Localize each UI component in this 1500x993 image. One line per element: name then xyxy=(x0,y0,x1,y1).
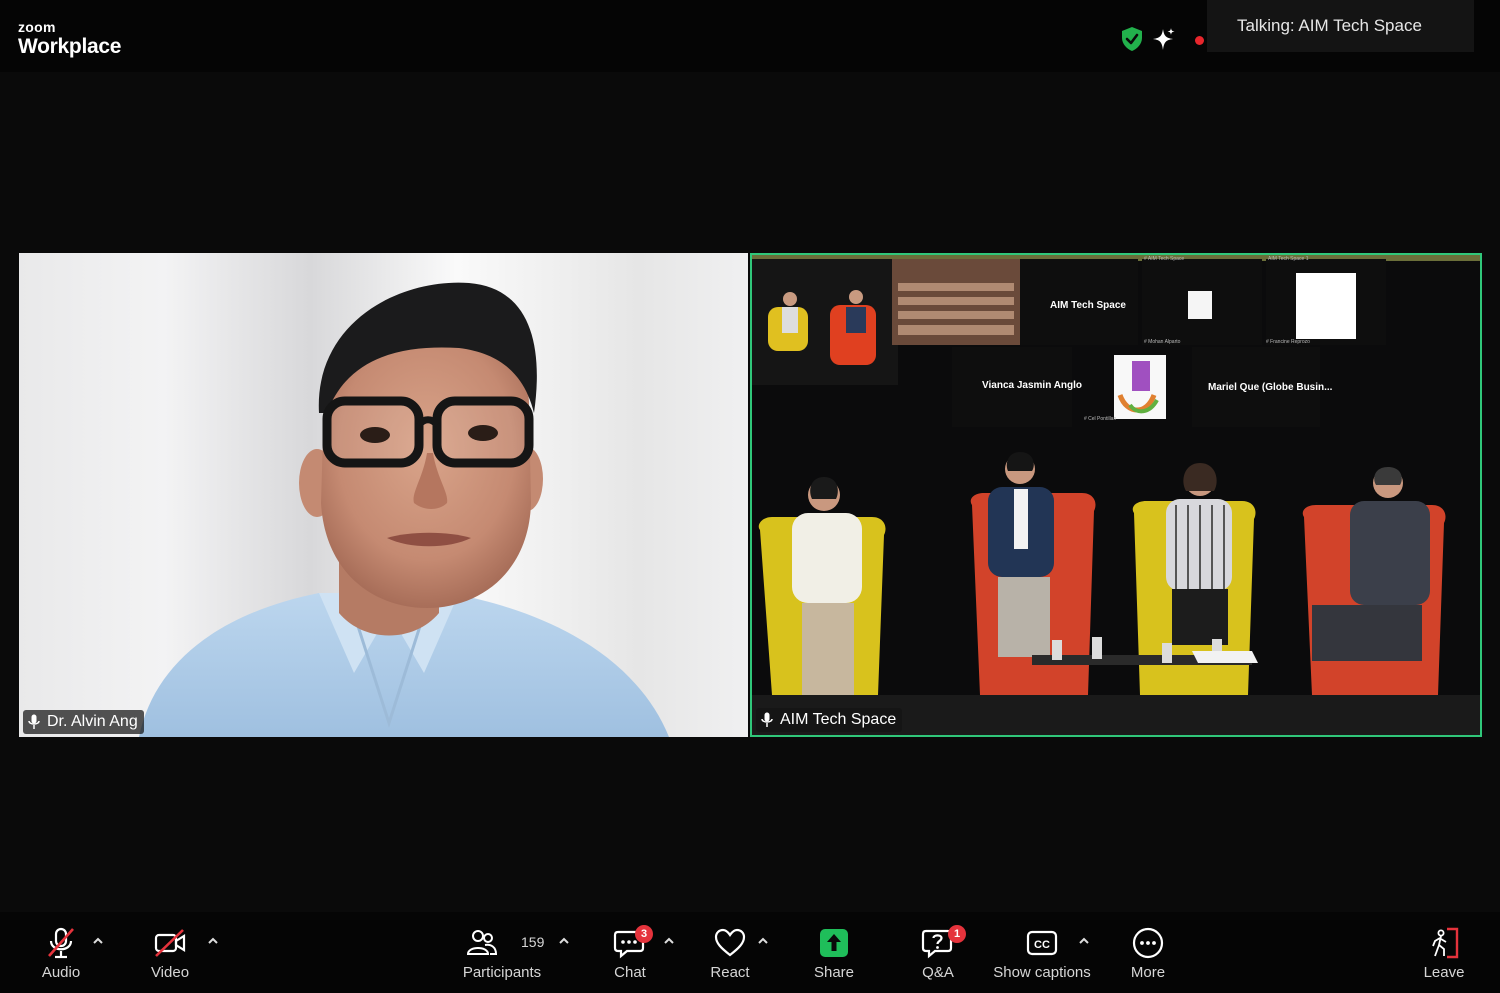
meeting-toolbar: Audio Video Participants 159 Chat 3 Reac… xyxy=(0,912,1500,993)
chat-label: Chat xyxy=(614,964,646,981)
share-label: Share xyxy=(813,964,855,981)
leave-door-icon xyxy=(1432,927,1459,959)
participants-icon xyxy=(466,930,498,955)
more-ellipsis-icon xyxy=(1132,927,1164,959)
chat-unread-badge: 3 xyxy=(635,925,653,943)
leave-button[interactable]: Leave xyxy=(1422,926,1466,986)
closed-captions-icon: CC xyxy=(1026,930,1058,956)
react-button[interactable]: React xyxy=(708,926,752,986)
participant-name-tag: Dr. Alvin Ang xyxy=(23,710,144,734)
audio-button[interactable]: Audio xyxy=(38,926,84,986)
stage-tiny-aim: # AIM Tech Space xyxy=(1144,256,1185,262)
talking-label: Talking: AIM Tech Space xyxy=(1237,16,1422,35)
shared-stage-video xyxy=(752,255,1480,735)
audio-options-chevron-icon[interactable] xyxy=(92,936,104,946)
video-tile-dr-alvin-ang[interactable]: Dr. Alvin Ang xyxy=(19,253,748,737)
ai-companion-icon[interactable] xyxy=(1152,26,1176,52)
video-tile-aim-tech-space[interactable]: AIM Tech Space Vianca Jasmin Anglo Marie… xyxy=(750,253,1482,737)
zoom-logo: zoom Workplace xyxy=(18,20,121,57)
more-label: More xyxy=(1130,964,1166,981)
microphone-icon xyxy=(761,712,773,727)
video-button[interactable]: Video xyxy=(146,926,194,986)
microphone-muted-icon xyxy=(48,927,74,959)
microphone-icon xyxy=(28,714,40,729)
show-captions-button[interactable]: CC Show captions xyxy=(993,926,1091,986)
leave-label: Leave xyxy=(1423,964,1465,981)
participant-video xyxy=(139,282,669,737)
video-label: Video xyxy=(150,964,190,981)
top-bar: zoom Workplace Talking: AIM Tech Space xyxy=(0,0,1500,72)
heart-icon xyxy=(714,928,746,957)
stage-tiny-mohan: # Mohan Alparto xyxy=(1144,339,1181,345)
qa-label: Q&A xyxy=(922,964,954,981)
stage-label-mariel: Mariel Que (Globe Busin... xyxy=(1208,382,1333,393)
talking-indicator: Talking: AIM Tech Space xyxy=(1207,0,1474,52)
qa-unread-badge: 1 xyxy=(948,925,966,943)
audio-label: Audio xyxy=(41,964,81,981)
stage-label-vianca: Vianca Jasmin Anglo xyxy=(982,380,1083,391)
brand-zoom: zoom xyxy=(18,19,56,35)
participants-count: 159 xyxy=(521,934,545,950)
stage-label-aim: AIM Tech Space xyxy=(1050,300,1126,311)
stage-tiny-francine: # Francine Reprozo xyxy=(1266,339,1310,345)
participant-name: Dr. Alvin Ang xyxy=(47,713,138,730)
shield-icon[interactable] xyxy=(1120,26,1144,52)
react-label: React xyxy=(710,964,750,981)
recording-dot-icon xyxy=(1195,36,1204,45)
react-options-chevron-icon[interactable] xyxy=(757,936,769,946)
share-screen-icon xyxy=(820,929,848,957)
stage-tiny-cel: # Cel Pontillan xyxy=(1084,416,1117,422)
participants-options-chevron-icon[interactable] xyxy=(558,936,570,946)
captions-options-chevron-icon[interactable] xyxy=(1078,936,1090,946)
svg-text:CC: CC xyxy=(1034,939,1050,951)
show-captions-label: Show captions xyxy=(993,964,1091,981)
stage-tiny-aim1: AIM Tech Space 1 xyxy=(1268,256,1309,262)
participant-name: AIM Tech Space xyxy=(780,711,897,728)
chat-options-chevron-icon[interactable] xyxy=(663,936,675,946)
video-camera-off-icon xyxy=(154,929,186,957)
video-options-chevron-icon[interactable] xyxy=(207,936,219,946)
more-button[interactable]: More xyxy=(1128,926,1168,986)
brand-workplace: Workplace xyxy=(18,35,122,58)
participant-name-tag: AIM Tech Space xyxy=(756,708,903,732)
share-button[interactable]: Share xyxy=(812,926,856,986)
participants-label: Participants xyxy=(462,964,542,981)
